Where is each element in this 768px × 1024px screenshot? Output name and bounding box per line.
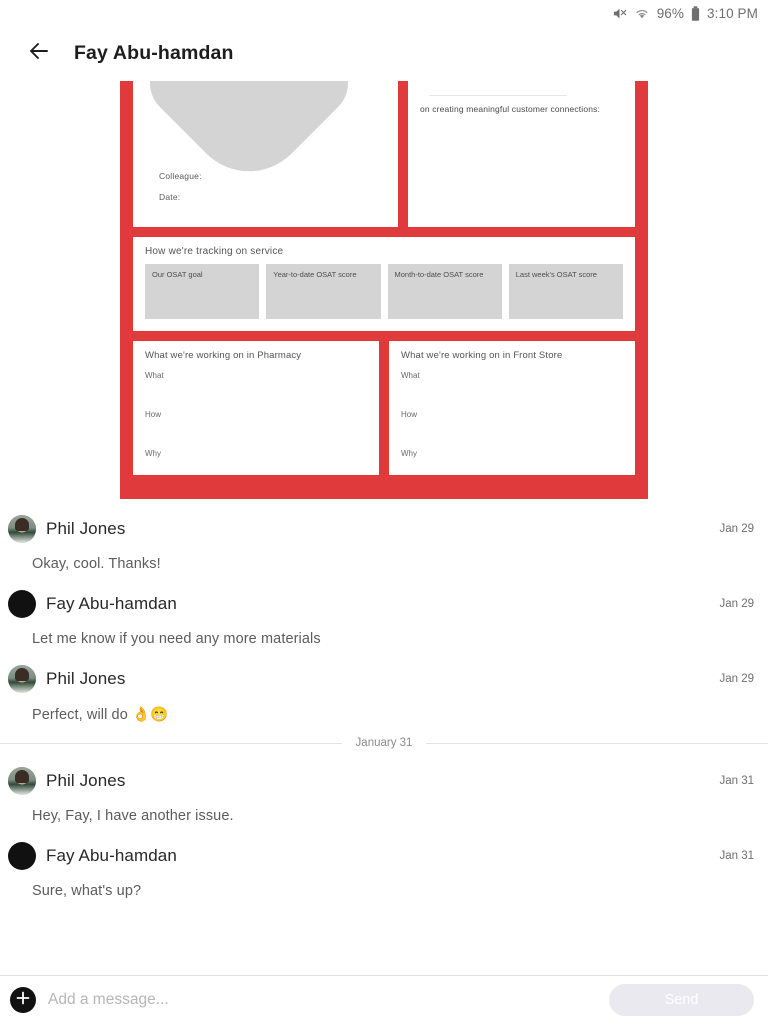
message-text: Sure, what's up? <box>32 883 142 899</box>
avatar[interactable] <box>8 515 36 543</box>
how-label: How <box>145 410 162 419</box>
document-working-row: What we're working on in Pharmacy What H… <box>133 341 635 475</box>
colleague-label: Colleague: <box>159 171 202 181</box>
message-input[interactable] <box>48 991 597 1009</box>
message-item[interactable]: Phil Jones Jan 29 Perfect, will do 👌😁 <box>0 665 768 723</box>
document-top-row: Colleague: Date: on creating meaningful … <box>133 81 635 227</box>
message-thread[interactable]: Colleague: Date: on creating meaningful … <box>0 81 768 975</box>
document-panel-pharmacy: What we're working on in Pharmacy What H… <box>133 341 379 475</box>
osat-box: Last week's OSAT score <box>508 264 623 319</box>
chat-screen: 96% 3:10 PM Fay Abu-hamdan Colleague: Da… <box>0 0 768 1024</box>
message-header: Phil Jones Jan 31 <box>8 767 754 795</box>
message-text: Hey, Fay, I have another issue. <box>32 808 234 824</box>
back-arrow-icon <box>27 39 51 68</box>
pharmacy-title: What we're working on in Pharmacy <box>145 350 302 361</box>
message-item[interactable]: Fay Abu-hamdan Jan 31 Sure, what's up? <box>0 842 768 899</box>
message-sender: Fay Abu-hamdan <box>46 594 177 613</box>
date-divider: January 31 <box>0 737 768 749</box>
message-sender: Fay Abu-hamdan <box>46 846 177 865</box>
message-header: Fay Abu-hamdan Jan 31 <box>8 842 754 870</box>
document-preview: Colleague: Date: on creating meaningful … <box>120 81 648 499</box>
document-panel-signature: Colleague: Date: <box>133 81 398 227</box>
message-sender: Phil Jones <box>46 771 126 790</box>
message-composer: Send <box>0 975 768 1024</box>
send-button[interactable]: Send <box>609 984 754 1016</box>
divider-line-left <box>0 742 342 744</box>
page-title: Fay Abu-hamdan <box>74 42 234 64</box>
document-panel-service: How we're tracking on service Our OSAT g… <box>133 237 635 331</box>
message-text: Perfect, will do 👌😁 <box>32 707 169 723</box>
app-header: Fay Abu-hamdan <box>0 26 768 81</box>
front-store-title: What we're working on in Front Store <box>401 350 563 361</box>
message-header: Fay Abu-hamdan Jan 29 <box>8 590 754 618</box>
message-text: Okay, cool. Thanks! <box>32 556 161 572</box>
how-label: How <box>401 410 418 419</box>
what-label: What <box>145 371 164 380</box>
status-bar: 96% 3:10 PM <box>0 0 768 26</box>
message-timestamp: Jan 29 <box>719 523 754 535</box>
connections-text: on creating meaningful customer connecti… <box>420 104 601 114</box>
message-timestamp: Jan 29 <box>719 673 754 685</box>
battery-percent-label: 96% <box>656 5 685 21</box>
message-header: Phil Jones Jan 29 <box>8 515 754 543</box>
what-label: What <box>401 371 420 380</box>
add-attachment-button[interactable] <box>10 987 36 1013</box>
message-item[interactable]: Phil Jones Jan 31 Hey, Fay, I have anoth… <box>0 767 768 824</box>
avatar[interactable] <box>8 590 36 618</box>
plus-icon <box>15 990 31 1011</box>
message-timestamp: Jan 29 <box>719 598 754 610</box>
document-panel-front-store: What we're working on in Front Store Wha… <box>389 341 635 475</box>
volume-off-icon <box>612 6 627 21</box>
message-sender: Phil Jones <box>46 519 126 538</box>
message-item[interactable]: Fay Abu-hamdan Jan 29 Let me know if you… <box>0 590 768 647</box>
clock-label: 3:10 PM <box>707 5 758 21</box>
service-section-title: How we're tracking on service <box>145 246 284 257</box>
why-label: Why <box>401 449 417 458</box>
osat-box: Year-to-date OSAT score <box>266 264 381 319</box>
osat-box: Month-to-date OSAT score <box>387 264 502 319</box>
back-button[interactable] <box>24 39 54 69</box>
why-label: Why <box>145 449 161 458</box>
date-divider-label: January 31 <box>355 737 413 749</box>
document-panel-connections: on creating meaningful customer connecti… <box>408 81 635 227</box>
wifi-icon <box>634 6 650 20</box>
divider-line <box>429 95 567 96</box>
avatar[interactable] <box>8 665 36 693</box>
osat-box: Our OSAT goal <box>145 264 260 319</box>
date-label: Date: <box>159 192 181 202</box>
osat-box-row: Our OSAT goal Year-to-date OSAT score Mo… <box>145 264 623 319</box>
message-header: Phil Jones Jan 29 <box>8 665 754 693</box>
message-item[interactable]: Phil Jones Jan 29 Okay, cool. Thanks! <box>0 515 768 572</box>
avatar[interactable] <box>8 767 36 795</box>
attachment-image[interactable]: Colleague: Date: on creating meaningful … <box>0 81 768 499</box>
avatar[interactable] <box>8 842 36 870</box>
message-text: Let me know if you need any more materia… <box>32 631 321 647</box>
battery-icon <box>691 5 700 21</box>
message-sender: Phil Jones <box>46 669 126 688</box>
document-service-row: How we're tracking on service Our OSAT g… <box>133 237 635 331</box>
message-timestamp: Jan 31 <box>719 850 754 862</box>
divider-line-right <box>426 742 768 744</box>
message-timestamp: Jan 31 <box>719 775 754 787</box>
